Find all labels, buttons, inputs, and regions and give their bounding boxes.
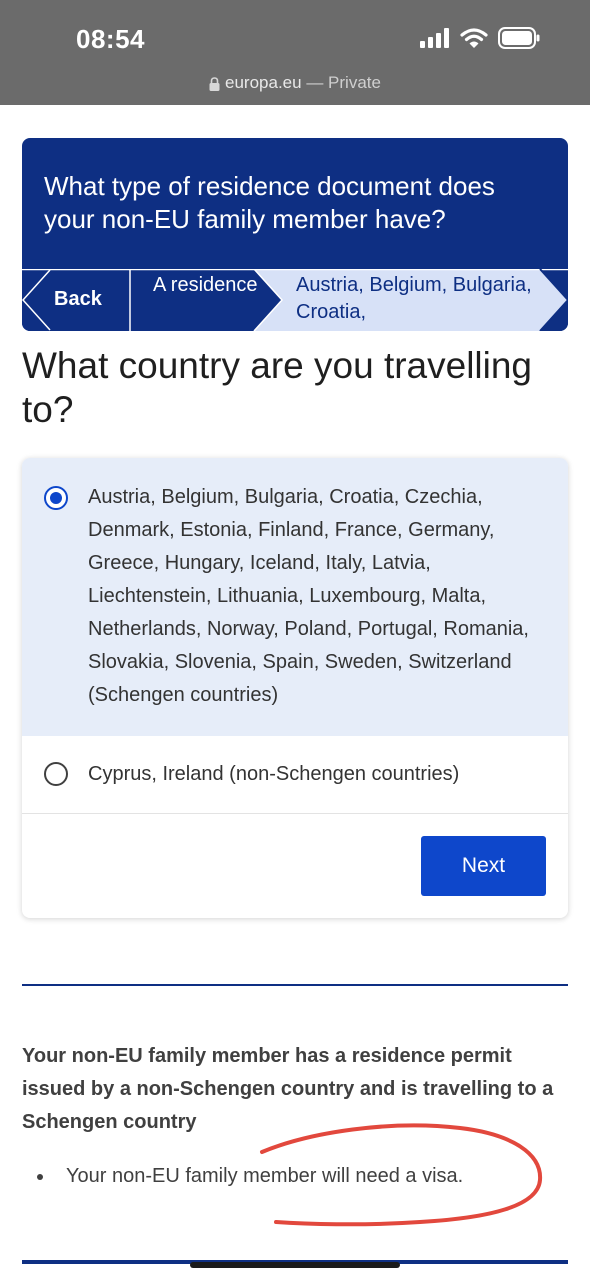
url-separator: — xyxy=(301,73,329,92)
next-button[interactable]: Next xyxy=(421,836,546,896)
radio-non-schengen[interactable] xyxy=(44,762,68,786)
status-time: 08:54 xyxy=(76,24,145,54)
options-card: Austria, Belgium, Bulgaria, Croatia, Cze… xyxy=(22,458,568,918)
option-schengen-label: Austria, Belgium, Bulgaria, Croatia, Cze… xyxy=(88,486,529,706)
breadcrumb-residence[interactable]: A residence xyxy=(153,272,263,299)
breadcrumb-countries: Austria, Belgium, Bulgaria, Croatia, xyxy=(296,274,532,323)
section-divider xyxy=(22,984,568,986)
private-mode-label: Private xyxy=(328,73,381,92)
signal-icon xyxy=(420,28,449,48)
lock-icon xyxy=(209,76,220,91)
breadcrumb-back[interactable]: Back xyxy=(54,288,102,311)
question-header: What type of residence document does you… xyxy=(22,138,568,331)
status-icons xyxy=(420,27,540,49)
wifi-icon xyxy=(460,27,488,48)
status-bar: 08:54 europa.eu — Private xyxy=(0,0,590,105)
radio-schengen-selected[interactable] xyxy=(44,486,68,510)
address-bar[interactable]: europa.eu — Private xyxy=(0,73,590,93)
url-text: europa.eu xyxy=(225,73,302,92)
page-question: What country are you travelling to? xyxy=(22,345,533,430)
battery-icon xyxy=(498,27,540,49)
option-non-schengen-label: Cyprus, Ireland (non-Schengen countries) xyxy=(88,763,460,785)
header-question: What type of residence document does you… xyxy=(44,171,495,234)
option-schengen[interactable]: Austria, Belgium, Bulgaria, Croatia, Cze… xyxy=(22,458,568,737)
option-non-schengen[interactable]: Cyprus, Ireland (non-Schengen countries) xyxy=(22,736,568,814)
home-indicator[interactable] xyxy=(190,1262,400,1268)
hand-drawn-circle-annotation xyxy=(260,1123,543,1227)
